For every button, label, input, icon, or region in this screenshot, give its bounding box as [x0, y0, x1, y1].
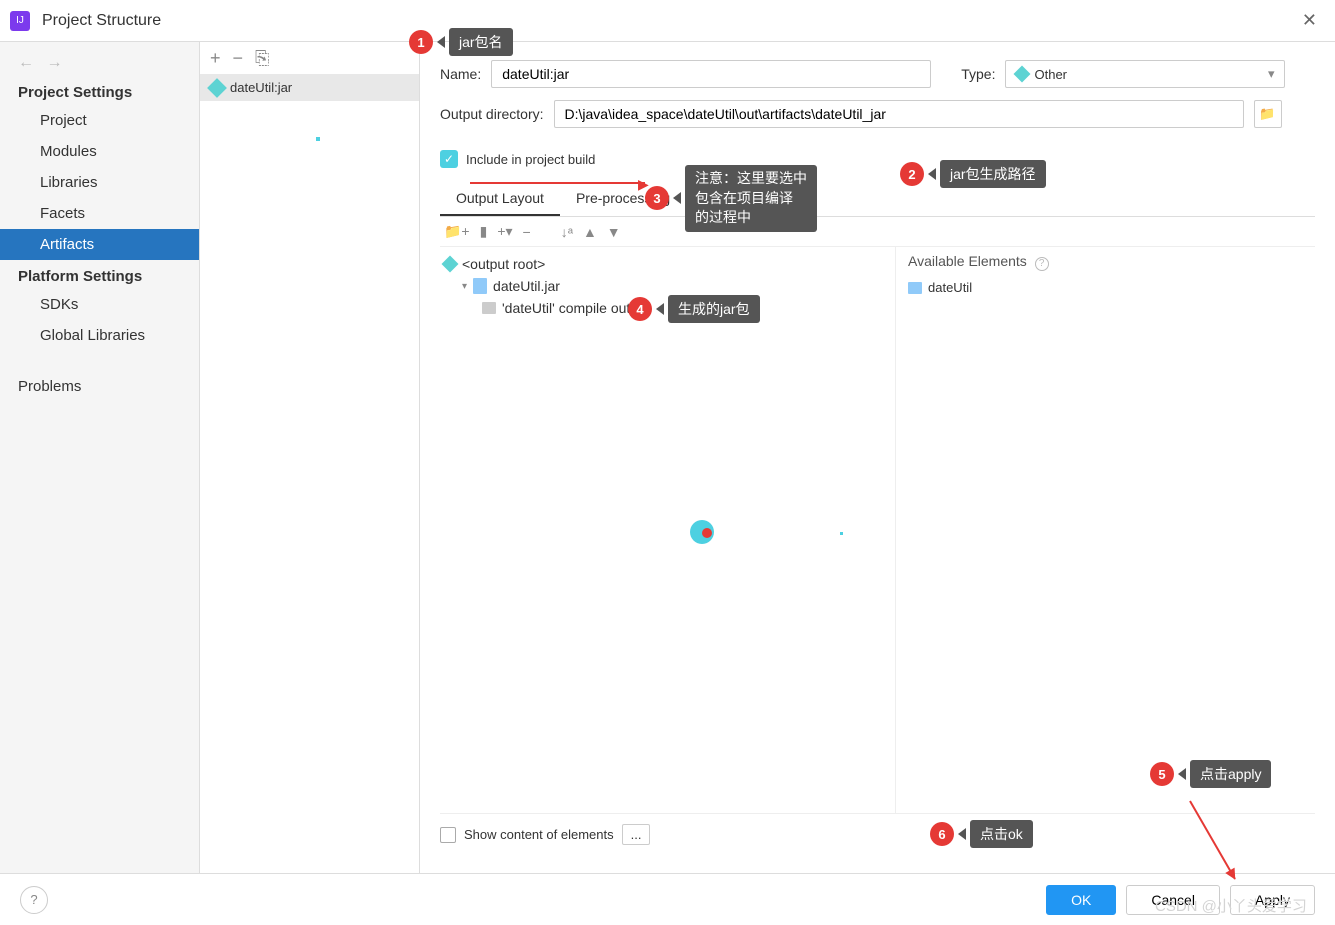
badge-6: 6: [930, 822, 954, 846]
artifact-detail-panel: Name: Type: Other ▾ Output directory: 📁 …: [420, 42, 1335, 873]
new-archive-icon[interactable]: ▮: [480, 223, 488, 240]
annotation-4: 4 生成的jar包: [628, 295, 760, 323]
available-item[interactable]: dateUtil: [908, 277, 1303, 298]
show-content-checkbox[interactable]: [440, 827, 456, 843]
copy-icon[interactable]: ⎘: [255, 48, 269, 69]
scribble-mark: [690, 520, 720, 550]
chevron-down-icon[interactable]: ▾: [462, 281, 467, 292]
dot: [840, 532, 843, 535]
artifact-list-panel: + − ⎘ dateUtil:jar: [200, 42, 420, 873]
add-copy-icon[interactable]: +▾: [497, 223, 512, 240]
output-label: Output directory:: [440, 106, 544, 122]
nav-item-project[interactable]: Project: [0, 105, 199, 136]
browse-button[interactable]: 📁: [1254, 100, 1282, 128]
window-title: Project Structure: [42, 12, 1294, 30]
artifact-name: dateUtil:jar: [230, 80, 292, 95]
badge-4: 4: [628, 297, 652, 321]
nav-item-facets[interactable]: Facets: [0, 198, 199, 229]
layout-toolbar: 📁+ ▮ +▾ − ↓ᵃ ▲ ▼: [440, 217, 1315, 247]
folder-icon: [482, 302, 496, 314]
left-sidebar: ← → Project Settings Project Modules Lib…: [0, 42, 200, 873]
sort-icon[interactable]: ↓ᵃ: [561, 224, 573, 240]
nav-item-global-libraries[interactable]: Global Libraries: [0, 320, 199, 351]
ellipsis-button[interactable]: ...: [622, 824, 651, 845]
show-content-label: Show content of elements: [464, 827, 614, 842]
nav-history: ← →: [0, 50, 199, 76]
tabs: Output Layout Pre-processing Post-proces…: [440, 182, 1315, 217]
annotation-3: 3 注意：这里要选中 包含在项目编译 的过程中: [645, 165, 817, 232]
watermark: CSDN @小丫头爱学习: [1155, 895, 1307, 916]
nav-item-sdks[interactable]: SDKs: [0, 289, 199, 320]
help-button[interactable]: ?: [20, 886, 48, 914]
tree-root[interactable]: <output root>: [440, 253, 895, 275]
move-down-icon[interactable]: ▼: [607, 224, 621, 240]
help-icon[interactable]: ?: [1035, 257, 1049, 271]
nav-item-libraries[interactable]: Libraries: [0, 167, 199, 198]
annotation-1: 1 jar包名: [409, 28, 513, 56]
app-icon: IJ: [10, 11, 30, 31]
include-label: Include in project build: [466, 152, 595, 167]
module-icon: [908, 282, 922, 294]
remove-item-icon[interactable]: −: [523, 224, 531, 240]
dot: [316, 137, 320, 141]
add-icon[interactable]: +: [210, 48, 221, 69]
annotation-6: 6 点击ok: [930, 820, 1033, 848]
annotation-5: 5 点击apply: [1150, 760, 1271, 788]
artifact-icon: [207, 78, 227, 98]
badge-5: 5: [1150, 762, 1174, 786]
forward-icon[interactable]: →: [46, 54, 62, 71]
name-input[interactable]: [491, 60, 931, 88]
annotation-2: 2 jar包生成路径: [900, 160, 1046, 188]
available-elements-panel: Available Elements ? dateUtil: [895, 247, 1315, 813]
tab-output-layout[interactable]: Output Layout: [440, 182, 560, 216]
badge-3: 3: [645, 186, 669, 210]
move-up-icon[interactable]: ▲: [583, 224, 597, 240]
button-bar: ? OK Cancel Apply: [0, 873, 1335, 925]
badge-1: 1: [409, 30, 433, 54]
output-directory-input[interactable]: [554, 100, 1244, 128]
output-tree: <output root> ▾ dateUtil.jar 'dateUtil' …: [440, 247, 895, 813]
ok-button[interactable]: OK: [1046, 885, 1116, 915]
chevron-down-icon: ▾: [1268, 66, 1275, 82]
available-title: Available Elements ?: [908, 253, 1303, 271]
close-icon[interactable]: ✕: [1294, 10, 1325, 31]
artifact-toolbar: + − ⎘: [200, 42, 419, 74]
nav-item-modules[interactable]: Modules: [0, 136, 199, 167]
type-label: Type:: [961, 66, 995, 82]
type-select[interactable]: Other ▾: [1005, 60, 1285, 88]
nav-section-project: Project Settings: [0, 76, 199, 105]
artifact-item[interactable]: dateUtil:jar: [200, 74, 419, 101]
type-value: Other: [1034, 67, 1067, 82]
back-icon[interactable]: ←: [18, 54, 34, 71]
nav-item-artifacts[interactable]: Artifacts: [0, 229, 199, 260]
root-icon: [442, 256, 459, 273]
red-arrow-3: [470, 182, 645, 184]
folder-icon: 📁: [1259, 106, 1275, 122]
name-label: Name:: [440, 66, 481, 82]
titlebar: IJ Project Structure ✕: [0, 0, 1335, 42]
nav-item-problems[interactable]: Problems: [0, 371, 199, 402]
badge-2: 2: [900, 162, 924, 186]
type-icon: [1014, 66, 1031, 83]
new-folder-icon[interactable]: 📁+: [444, 223, 470, 240]
jar-icon: [473, 278, 487, 294]
tree-jar[interactable]: ▾ dateUtil.jar: [458, 275, 895, 297]
nav-section-platform: Platform Settings: [0, 260, 199, 289]
include-checkbox[interactable]: ✓: [440, 150, 458, 168]
remove-icon[interactable]: −: [233, 48, 244, 69]
